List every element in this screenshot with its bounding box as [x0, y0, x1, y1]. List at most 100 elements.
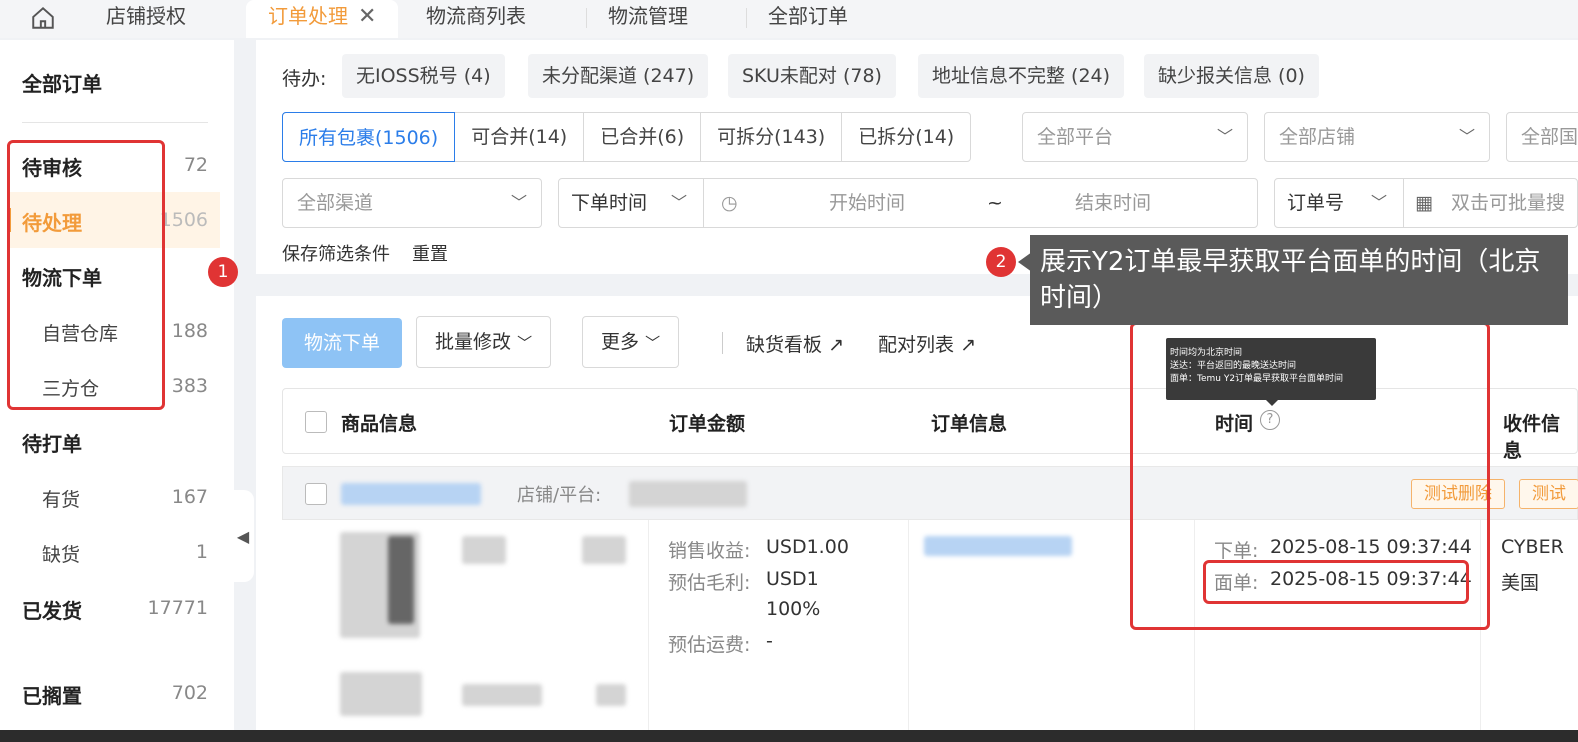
channel-select[interactable]: 全部渠道 ﹀: [282, 178, 542, 228]
redacted-product-sku: [582, 536, 626, 564]
column-divider: [908, 520, 909, 742]
profit-value: USD1: [766, 568, 819, 590]
tab-order-processing[interactable]: 订单处理 ✕: [246, 0, 399, 38]
todo-chip-sku[interactable]: SKU未配对 (78): [728, 54, 896, 98]
sidebar-item-shipped[interactable]: 已发货: [22, 595, 82, 624]
recipient-name: CYBER: [1501, 536, 1564, 558]
tab-order-processing-label: 订单处理: [268, 4, 348, 28]
sidebar-count: 383: [171, 375, 208, 397]
tab-store-auth[interactable]: 店铺授权: [106, 0, 186, 38]
sidebar-divider: [22, 122, 208, 123]
time-type-select[interactable]: 下单时间: [571, 179, 647, 227]
batch-edit-label: 批量修改: [435, 331, 512, 353]
segment-split[interactable]: 已拆分(14): [842, 113, 970, 161]
time-range-group: 下单时间 ﹀ ◷ 开始时间 ~ 结束时间: [558, 178, 1258, 228]
header-recipient-info: 收件信息: [1503, 413, 1561, 462]
sidebar-item-on-hold[interactable]: 已搁置: [22, 680, 82, 709]
pairing-list-link[interactable]: 配对列表 ↗: [878, 330, 976, 357]
logistics-order-button[interactable]: 物流下单: [282, 318, 402, 368]
sidebar-count: 1: [195, 541, 208, 563]
clock-icon: ◷: [721, 192, 738, 214]
redacted-store: [629, 481, 747, 507]
close-icon[interactable]: ✕: [358, 4, 376, 29]
chevron-down-icon: ﹀: [1458, 127, 1475, 146]
shipping-label: 预估运费:: [668, 634, 751, 656]
shipping-value: -: [766, 630, 773, 652]
more-label: 更多: [601, 331, 640, 353]
chevron-down-icon: ﹀: [645, 334, 661, 352]
group-checkbox[interactable]: [305, 483, 327, 505]
segment-all-packages[interactable]: 所有包裹(1506): [282, 112, 456, 162]
start-time-input[interactable]: 开始时间: [829, 179, 905, 227]
platform-select[interactable]: 全部平台 ﹀: [1022, 112, 1248, 162]
redacted-order-info[interactable]: [924, 536, 1072, 556]
order-search-group: 订单号 ﹀ ▦ 双击可批量搜: [1274, 178, 1578, 228]
tab-all-orders[interactable]: 全部订单: [768, 0, 848, 38]
tab-bar: 店铺授权 订单处理 ✕ 物流商列表 物流管理 全部订单: [0, 0, 1578, 38]
sidebar-count: 72: [183, 154, 208, 176]
divider: [1403, 179, 1404, 227]
tab-logistics-list[interactable]: 物流商列表: [426, 0, 526, 38]
platform-select-value: 全部平台: [1037, 126, 1114, 148]
pairing-list-label: 配对列表: [878, 334, 955, 356]
external-link-icon: ↗: [828, 334, 844, 356]
column-divider: [648, 520, 649, 742]
annotation-callout: 展示Y2订单最早获取平台面单的时间（北京时间）: [1030, 235, 1568, 325]
recipient-country: 美国: [1501, 572, 1540, 594]
todo-chip-customs[interactable]: 缺少报关信息 (0): [1144, 54, 1319, 98]
stockout-board-link[interactable]: 缺货看板 ↗: [746, 330, 844, 357]
sidebar-item-out-of-stock[interactable]: 缺货: [42, 540, 80, 567]
sidebar-count: 188: [171, 320, 208, 342]
chevron-down-icon: ﹀: [1216, 127, 1233, 146]
store-platform-label: 店铺/平台:: [517, 485, 602, 506]
product-image-detail: [388, 536, 414, 624]
range-tilde: ~: [987, 192, 1003, 214]
todo-chip-address[interactable]: 地址信息不完整 (24): [918, 54, 1125, 98]
todo-chip-ioss[interactable]: 无IOSS税号 (4): [342, 54, 505, 98]
redacted-product-name-2: [462, 684, 542, 706]
caret-left-icon: ◀: [236, 526, 250, 546]
redacted-order-no: [341, 483, 481, 505]
sales-label: 销售收益:: [668, 540, 751, 562]
batch-edit-button[interactable]: 批量修改 ﹀: [416, 316, 552, 368]
grid-icon[interactable]: ▦: [1415, 179, 1433, 227]
sidebar-item-in-stock[interactable]: 有货: [42, 485, 80, 512]
header-order-info: 订单信息: [931, 413, 1008, 435]
order-no-select[interactable]: 订单号: [1287, 179, 1344, 227]
sidebar-item-to-print[interactable]: 待打单: [22, 428, 82, 457]
tag-test[interactable]: 测试: [1519, 479, 1578, 509]
end-time-input[interactable]: 结束时间: [1075, 179, 1151, 227]
product-image-2[interactable]: [340, 672, 422, 716]
header-product-info: 商品信息: [341, 413, 418, 435]
sidebar-collapse-handle[interactable]: ◀: [232, 490, 254, 582]
tab-logistics-mgmt[interactable]: 物流管理: [608, 0, 688, 38]
batch-search-input[interactable]: 双击可批量搜: [1451, 179, 1565, 227]
more-button[interactable]: 更多 ﹀: [582, 316, 680, 368]
segment-merged[interactable]: 已合并(6): [584, 113, 702, 161]
channel-select-value: 全部渠道: [297, 192, 374, 214]
select-all-checkbox[interactable]: [305, 411, 327, 433]
home-icon[interactable]: [30, 5, 56, 31]
segment-mergeable[interactable]: 可合并(14): [455, 113, 585, 161]
external-link-icon: ↗: [960, 334, 976, 356]
chevron-down-icon: ﹀: [1371, 193, 1388, 212]
todo-label: 待办:: [282, 68, 327, 90]
sidebar-title[interactable]: 全部订单: [22, 68, 102, 97]
chevron-down-icon: ﹀: [671, 193, 688, 212]
profit-label: 预估毛利:: [668, 572, 751, 594]
reset-button[interactable]: 重置: [412, 240, 448, 266]
save-filter-button[interactable]: 保存筛选条件: [282, 240, 390, 266]
header-order-amount: 订单金额: [669, 413, 746, 435]
country-select[interactable]: 全部国: [1506, 112, 1578, 162]
store-select-value: 全部店铺: [1279, 126, 1356, 148]
segment-splittable[interactable]: 可拆分(143): [701, 113, 843, 161]
chevron-down-icon: ﹀: [510, 193, 527, 212]
divider: [722, 332, 723, 354]
sidebar-count: 1506: [159, 209, 208, 231]
country-select-value: 全部国: [1521, 126, 1578, 148]
todo-chip-channel[interactable]: 未分配渠道 (247): [528, 54, 709, 98]
store-select[interactable]: 全部店铺 ﹀: [1264, 112, 1490, 162]
divider: [703, 179, 704, 227]
annotation-box-label-time: [1203, 560, 1469, 604]
sidebar-count: 167: [171, 486, 208, 508]
